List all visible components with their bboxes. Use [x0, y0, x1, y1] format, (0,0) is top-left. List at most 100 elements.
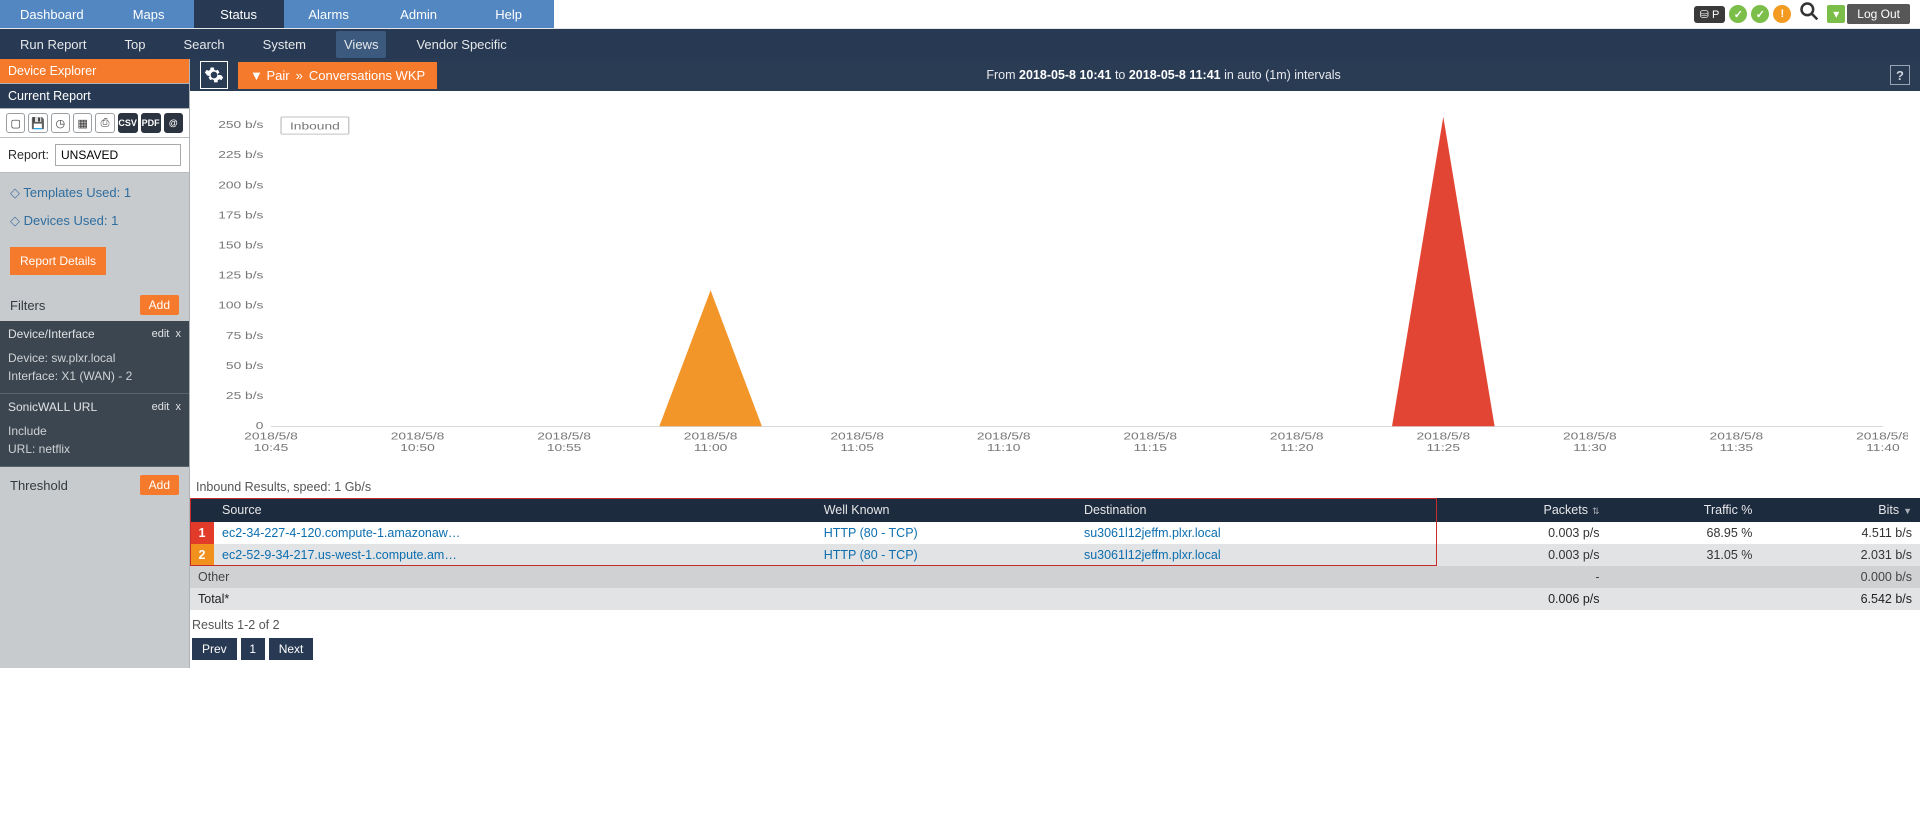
svg-text:11:05: 11:05 [840, 442, 874, 454]
svg-text:11:35: 11:35 [1720, 442, 1754, 454]
svg-text:50 b/s: 50 b/s [226, 360, 264, 372]
col-wellknown[interactable]: Well Known [816, 498, 1076, 522]
svg-text:11:20: 11:20 [1280, 442, 1314, 454]
svg-text:11:00: 11:00 [694, 442, 728, 454]
path-prefix: ▼ Pair [250, 68, 290, 83]
svg-text:100 b/s: 100 b/s [218, 299, 263, 311]
filter-0-close-icon[interactable]: x [176, 328, 182, 340]
filters-add-button[interactable]: Add [140, 295, 179, 315]
tab-alarms[interactable]: Alarms [284, 0, 374, 28]
tab-help[interactable]: Help [464, 0, 554, 28]
tb-print-icon[interactable]: ⎙ [95, 113, 114, 133]
templates-used-label: Templates Used: [23, 185, 120, 200]
svg-text:200 b/s: 200 b/s [218, 179, 263, 191]
status-warn-icon[interactable]: ! [1773, 5, 1791, 23]
devices-used-count: 1 [111, 213, 118, 228]
time-range-display: From 2018-05-8 10:41 to 2018-05-8 11:41 … [986, 68, 1340, 82]
tb-clock-icon[interactable]: ◷ [51, 113, 70, 133]
chart[interactable]: 025 b/s50 b/s75 b/s100 b/s125 b/s150 b/s… [190, 91, 1920, 476]
logout-button[interactable]: Log Out [1847, 4, 1910, 24]
svg-text:125 b/s: 125 b/s [218, 269, 263, 281]
report-details-button[interactable]: Report Details [10, 247, 106, 275]
svg-text:2018/5/8: 2018/5/8 [244, 430, 298, 442]
rank-cell: 1 [190, 522, 214, 544]
menu-top[interactable]: Top [116, 31, 153, 58]
results-table-wrap: Source Well Known Destination Packets⇅ T… [190, 498, 1920, 610]
tab-dashboard[interactable]: Dashboard [0, 0, 104, 28]
status-ok-icon[interactable]: ✓ [1729, 5, 1747, 23]
source-cell[interactable]: ec2-34-227-4-120.compute-1.amazonaw… [214, 522, 816, 544]
tab-maps[interactable]: Maps [104, 0, 194, 28]
bits-cell: 2.031 b/s [1760, 544, 1920, 566]
col-bits[interactable]: Bits▼ [1760, 498, 1920, 522]
table-row[interactable]: 2ec2-52-9-34-217.us-west-1.compute.am…HT… [190, 544, 1920, 566]
dest-cell[interactable]: su3061l12jeffm.plxr.local [1076, 522, 1437, 544]
filter-0-title: Device/Interface [8, 327, 95, 341]
threshold-section-header: Threshold Add [0, 467, 189, 501]
status-icons: ⛁ P ✓ ✓ ! [1694, 5, 1792, 23]
report-path-chip[interactable]: ▼ Pair » Conversations WKP [238, 62, 437, 89]
pager: Results 1-2 of 2 Prev 1 Next [190, 610, 1920, 668]
svg-text:2018/5/8: 2018/5/8 [1710, 430, 1764, 442]
menu-vendor-specific[interactable]: Vendor Specific [408, 31, 514, 58]
devices-used-row[interactable]: ◇ Devices Used: 1 [0, 213, 189, 241]
range-start: 2018-05-8 10:41 [1019, 68, 1111, 82]
sidebar-device-explorer[interactable]: Device Explorer [0, 59, 189, 84]
tb-new-icon[interactable]: ▢ [6, 113, 25, 133]
tb-grid-icon[interactable]: ▦ [73, 113, 92, 133]
source-cell[interactable]: ec2-52-9-34-217.us-west-1.compute.am… [214, 544, 816, 566]
col-rank[interactable] [190, 498, 214, 522]
filter-1-close-icon[interactable]: x [176, 401, 182, 413]
filter-device-interface: Device/Interface edit x Device: sw.plxr.… [0, 321, 189, 394]
status-ok2-icon[interactable]: ✓ [1751, 5, 1769, 23]
menu-search[interactable]: Search [175, 31, 232, 58]
col-packets[interactable]: Packets⇅ [1437, 498, 1607, 522]
wellknown-cell[interactable]: HTTP (80 - TCP) [816, 544, 1076, 566]
path-sep: » [296, 68, 303, 83]
range-to: to [1115, 68, 1125, 82]
search-icon[interactable] [1799, 1, 1819, 27]
col-destination[interactable]: Destination [1076, 498, 1437, 522]
menu-system[interactable]: System [255, 31, 314, 58]
dest-cell[interactable]: su3061l12jeffm.plxr.local [1076, 544, 1437, 566]
bits-cell: 4.511 b/s [1760, 522, 1920, 544]
threshold-add-button[interactable]: Add [140, 475, 179, 495]
layout: Device Explorer Current Report ▢ 💾 ◷ ▦ ⎙… [0, 59, 1920, 668]
tb-email-icon[interactable]: @ [164, 113, 183, 133]
threshold-title: Threshold [10, 478, 68, 493]
pager-page-1-button[interactable]: 1 [241, 638, 265, 660]
sidebar-current-report[interactable]: Current Report [0, 84, 189, 109]
tb-csv-icon[interactable]: CSV [118, 113, 138, 133]
col-source[interactable]: Source [214, 498, 816, 522]
total-row: Total*0.006 p/s6.542 b/s [190, 588, 1920, 610]
filter-1-edit[interactable]: edit [152, 401, 170, 413]
other-row: Other-0.000 b/s [190, 566, 1920, 588]
pager-prev-button[interactable]: Prev [192, 638, 237, 660]
table-row[interactable]: 1ec2-34-227-4-120.compute-1.amazonaw…HTT… [190, 522, 1920, 544]
tab-status[interactable]: Status [194, 0, 284, 28]
report-name-input[interactable] [55, 144, 181, 166]
col-traffic[interactable]: Traffic % [1608, 498, 1761, 522]
gear-icon[interactable] [200, 61, 228, 89]
wellknown-cell[interactable]: HTTP (80 - TCP) [816, 522, 1076, 544]
svg-text:150 b/s: 150 b/s [218, 239, 263, 251]
help-icon[interactable]: ? [1890, 65, 1910, 85]
logout-wrap: ▾ Log Out [1827, 4, 1910, 24]
main-header: ▼ Pair » Conversations WKP From 2018-05-… [190, 59, 1920, 91]
tb-pdf-icon[interactable]: PDF [141, 113, 161, 133]
status-pill[interactable]: ⛁ P [1694, 6, 1726, 23]
sidebar: Device Explorer Current Report ▢ 💾 ◷ ▦ ⎙… [0, 59, 190, 668]
pager-next-button[interactable]: Next [269, 638, 314, 660]
tb-save-icon[interactable]: 💾 [28, 113, 47, 133]
filters-title: Filters [10, 298, 45, 313]
filter-sonicwall-url: SonicWALL URL edit x Include URL: netfli… [0, 394, 189, 467]
menu-views[interactable]: Views [336, 31, 386, 58]
filter-0-edit[interactable]: edit [152, 328, 170, 340]
templates-used-row[interactable]: ◇ Templates Used: 1 [0, 173, 189, 213]
svg-text:10:50: 10:50 [400, 442, 435, 454]
menu-run-report[interactable]: Run Report [12, 31, 94, 58]
logout-status-icon: ▾ [1827, 5, 1845, 23]
tab-admin[interactable]: Admin [374, 0, 464, 28]
top-strip: Dashboard Maps Status Alarms Admin Help … [0, 0, 1920, 29]
templates-used-count: 1 [124, 185, 131, 200]
